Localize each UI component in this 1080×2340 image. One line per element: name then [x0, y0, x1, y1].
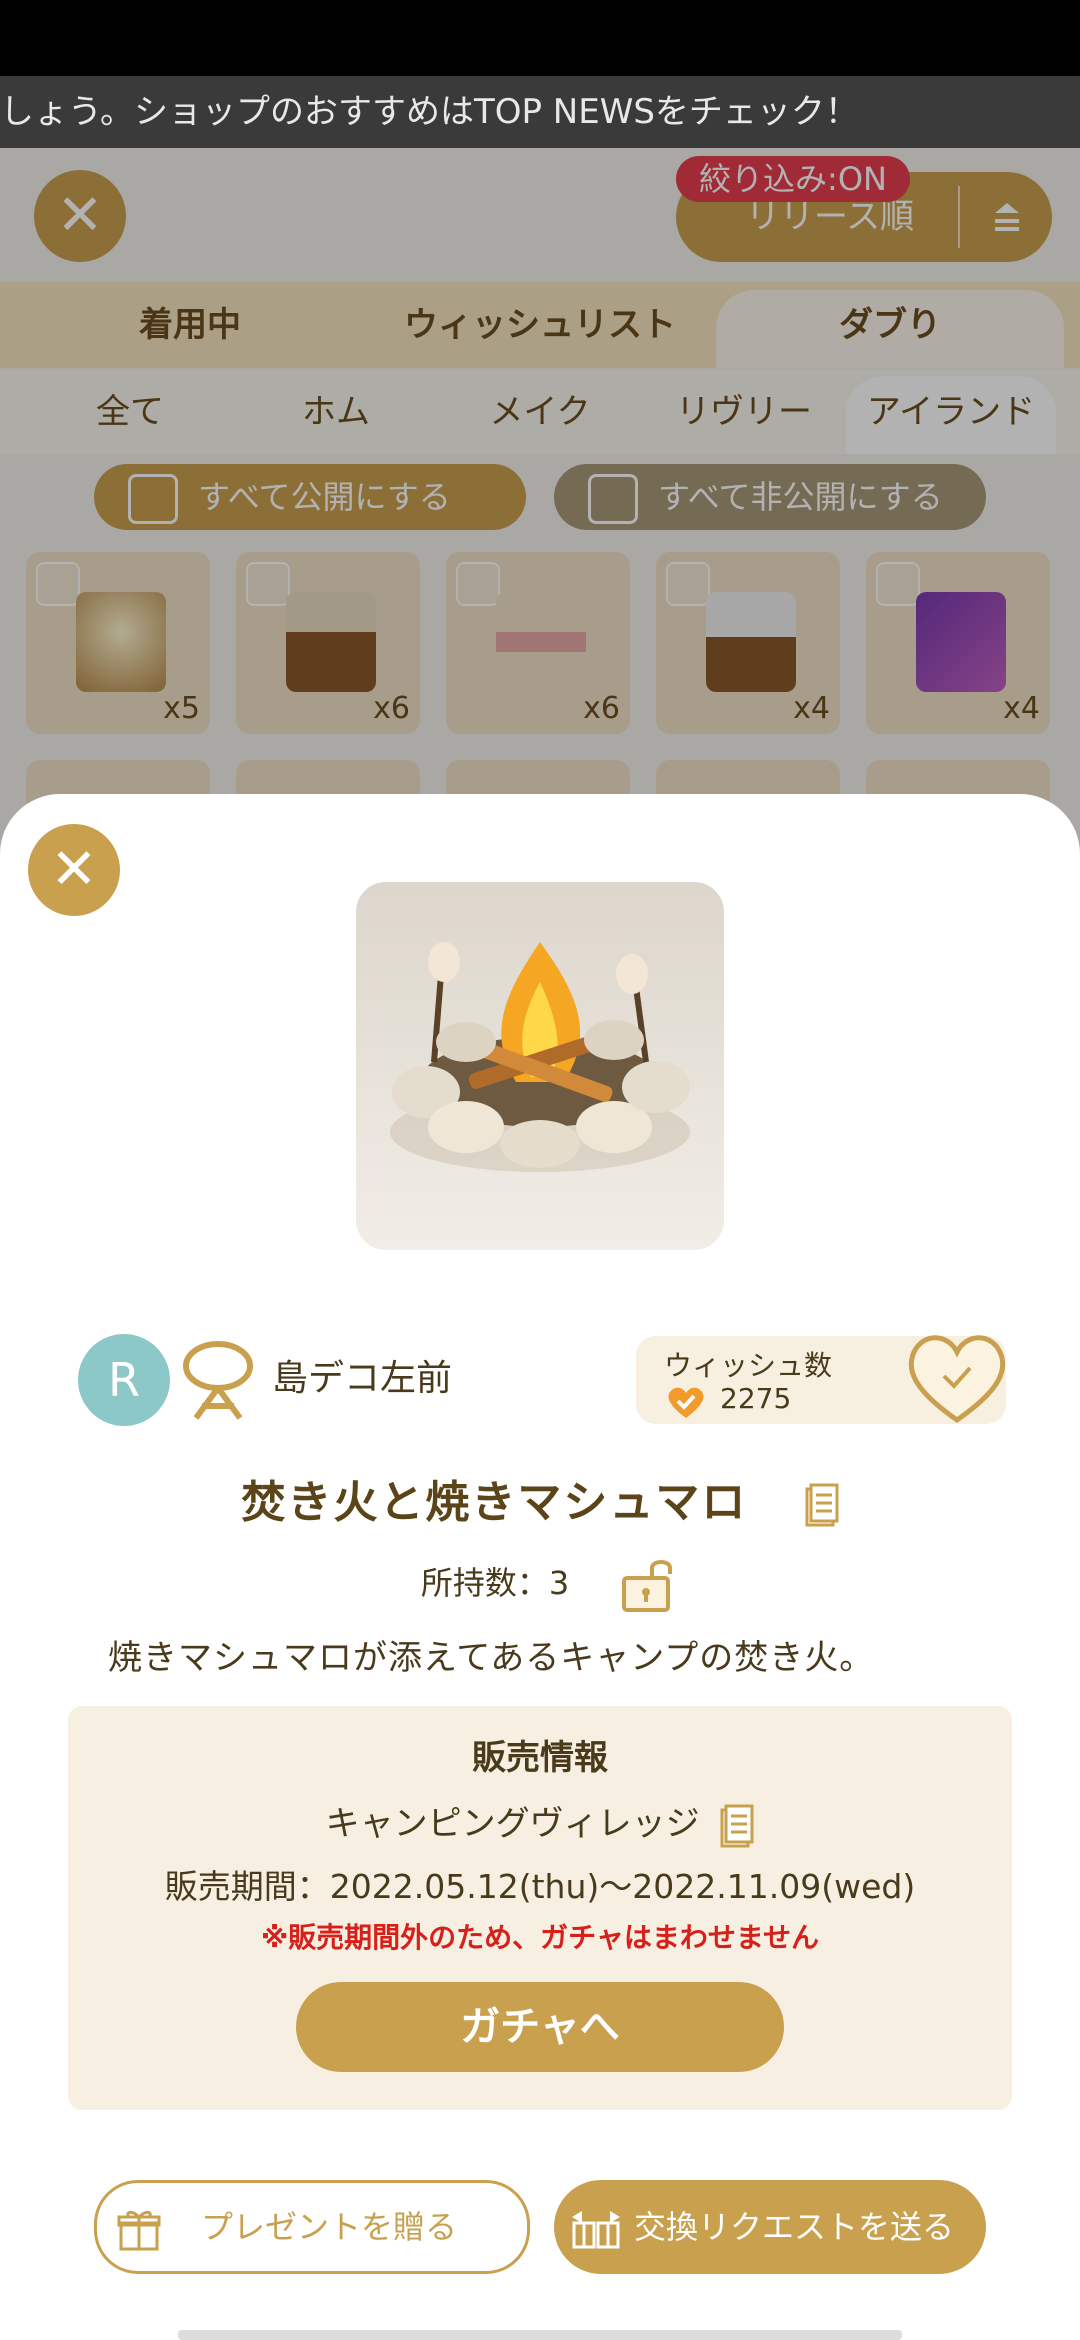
sale-shop-row: キャンピングヴィレッジ [68, 1796, 1012, 1848]
status-bar [0, 0, 1080, 76]
item-name: 焚き火と焼きマシュマロ [241, 1477, 748, 1528]
item-description: 焼きマシュマロが添えてあるキャンプの焚き火。 [108, 1638, 875, 1678]
gift-icon [117, 2210, 161, 2251]
trade-request-label: 交換リクエストを送る [634, 2208, 955, 2246]
sale-info-title: 販売情報 [472, 1738, 608, 1778]
scroll-indicator [178, 2330, 902, 2340]
unlock-icon[interactable] [620, 1556, 678, 1612]
wish-count: 2275 [720, 1382, 792, 1415]
sale-warning: ※販売期間外のため、ガチャはまわせません [260, 1921, 820, 1954]
item-name-row: 焚き火と焼きマシュマロ [0, 1466, 1080, 1530]
news-ticker[interactable]: しょう。ショップのおすすめはTOP NEWSをチェック！ [0, 76, 1080, 148]
owned-count: 所持数：3 [420, 1564, 570, 1602]
wish-label: ウィッシュ数 [664, 1349, 833, 1382]
heart-check-icon [666, 1384, 706, 1420]
campfire-icon [390, 942, 690, 1172]
trade-request-button[interactable]: 交換リクエストを送る [554, 2180, 986, 2274]
sale-shop-name[interactable]: キャンピングヴィレッジ [326, 1804, 700, 1844]
shop-sign-icon [178, 1336, 258, 1422]
gacha-button[interactable]: ガチャへ [296, 1982, 784, 2072]
wish-heart-button[interactable] [904, 1330, 1010, 1426]
document-icon[interactable] [720, 1804, 754, 1848]
brand-name[interactable]: 島デコ左前 [272, 1346, 452, 1412]
send-gift-button[interactable]: プレゼントを贈る [94, 2180, 530, 2274]
close-icon[interactable]: ✕ [28, 824, 120, 916]
document-icon[interactable] [805, 1483, 839, 1527]
brand-avatar: R [78, 1334, 170, 1426]
heart-icon [908, 1335, 1006, 1424]
send-gift-label: プレゼントを贈る [201, 2208, 458, 2246]
exchange-gift-icon [572, 2211, 620, 2249]
item-image [356, 882, 724, 1250]
sale-period: 販売期間：2022.05.12(thu)〜2022.11.09(wed) [164, 1867, 916, 1906]
